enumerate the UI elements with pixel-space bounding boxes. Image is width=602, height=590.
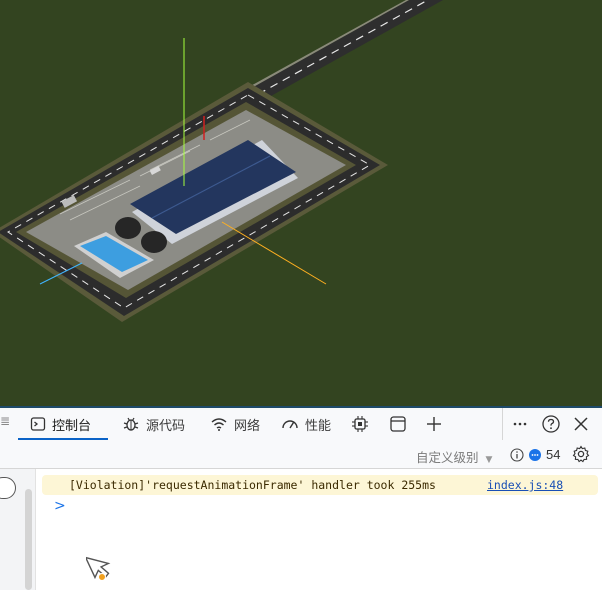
gauge-icon <box>282 420 298 429</box>
warning-text: [Violation]'requestAnimationFrame' handl… <box>69 478 436 492</box>
3d-viewport[interactable] <box>0 0 602 406</box>
sidebar-toggle-button[interactable] <box>0 477 16 499</box>
tab-network[interactable]: 网络 <box>210 408 260 440</box>
mouse-cursor-icon <box>86 556 111 581</box>
tab-performance[interactable]: 性能 <box>281 408 331 440</box>
tab-memory[interactable] <box>351 408 369 440</box>
add-tab-button[interactable] <box>425 408 443 440</box>
silo-right <box>141 231 167 253</box>
plus-icon <box>427 417 441 431</box>
wifi-icon <box>211 418 227 431</box>
tab-sources[interactable]: 源代码 <box>122 408 185 440</box>
devtools-tab-bar: ≣ 控制台 源代码 网络 性能 <box>0 408 602 466</box>
more-icon <box>513 422 527 426</box>
console-toolbar: 自定义级别 ▼ 54 <box>0 440 602 468</box>
help-button[interactable] <box>541 408 561 440</box>
settings-gear-icon[interactable] <box>572 445 590 463</box>
console-prompt[interactable]: > <box>54 498 66 514</box>
console-warning-message[interactable]: [Violation]'requestAnimationFrame' handl… <box>42 475 598 495</box>
more-tools-button[interactable] <box>512 408 528 440</box>
scrollbar-thumb[interactable] <box>25 489 32 590</box>
source-link[interactable]: index.js:48 <box>487 478 563 492</box>
terminal-icon <box>30 417 46 431</box>
issues-count: 54 <box>546 447 561 462</box>
log-level-label: 自定义级别 <box>416 450 479 465</box>
window-icon <box>390 416 406 432</box>
chevron-down-icon: ▼ <box>485 455 493 465</box>
tab-console-label: 控制台 <box>52 418 92 434</box>
chip-icon <box>352 416 368 432</box>
sidebar-gutter <box>0 469 36 590</box>
close-icon <box>574 417 588 431</box>
tab-overflow-edge[interactable]: ≣ <box>0 414 10 428</box>
help-icon <box>542 415 560 433</box>
tab-performance-label: 性能 <box>305 418 332 434</box>
console-output[interactable]: [Violation]'requestAnimationFrame' handl… <box>0 469 602 590</box>
close-devtools-button[interactable] <box>572 408 590 440</box>
tab-sources-label: 源代码 <box>146 418 186 434</box>
log-level-dropdown[interactable]: 自定义级别 ▼ <box>416 447 492 466</box>
bug-icon <box>123 417 139 431</box>
info-icon[interactable] <box>510 448 524 462</box>
message-bubble-icon <box>529 448 541 461</box>
access-road <box>230 0 444 101</box>
tab-application[interactable] <box>389 408 407 440</box>
tab-network-label: 网络 <box>234 418 261 434</box>
devtools-panel: ≣ 控制台 源代码 网络 性能 自定义级别 ▼ 54 [Violation]'r… <box>0 408 602 590</box>
issues-badge[interactable]: 54 <box>528 447 560 462</box>
3d-scene[interactable] <box>0 0 602 406</box>
silo-left <box>115 217 141 239</box>
tab-console[interactable]: 控制台 <box>18 408 108 440</box>
